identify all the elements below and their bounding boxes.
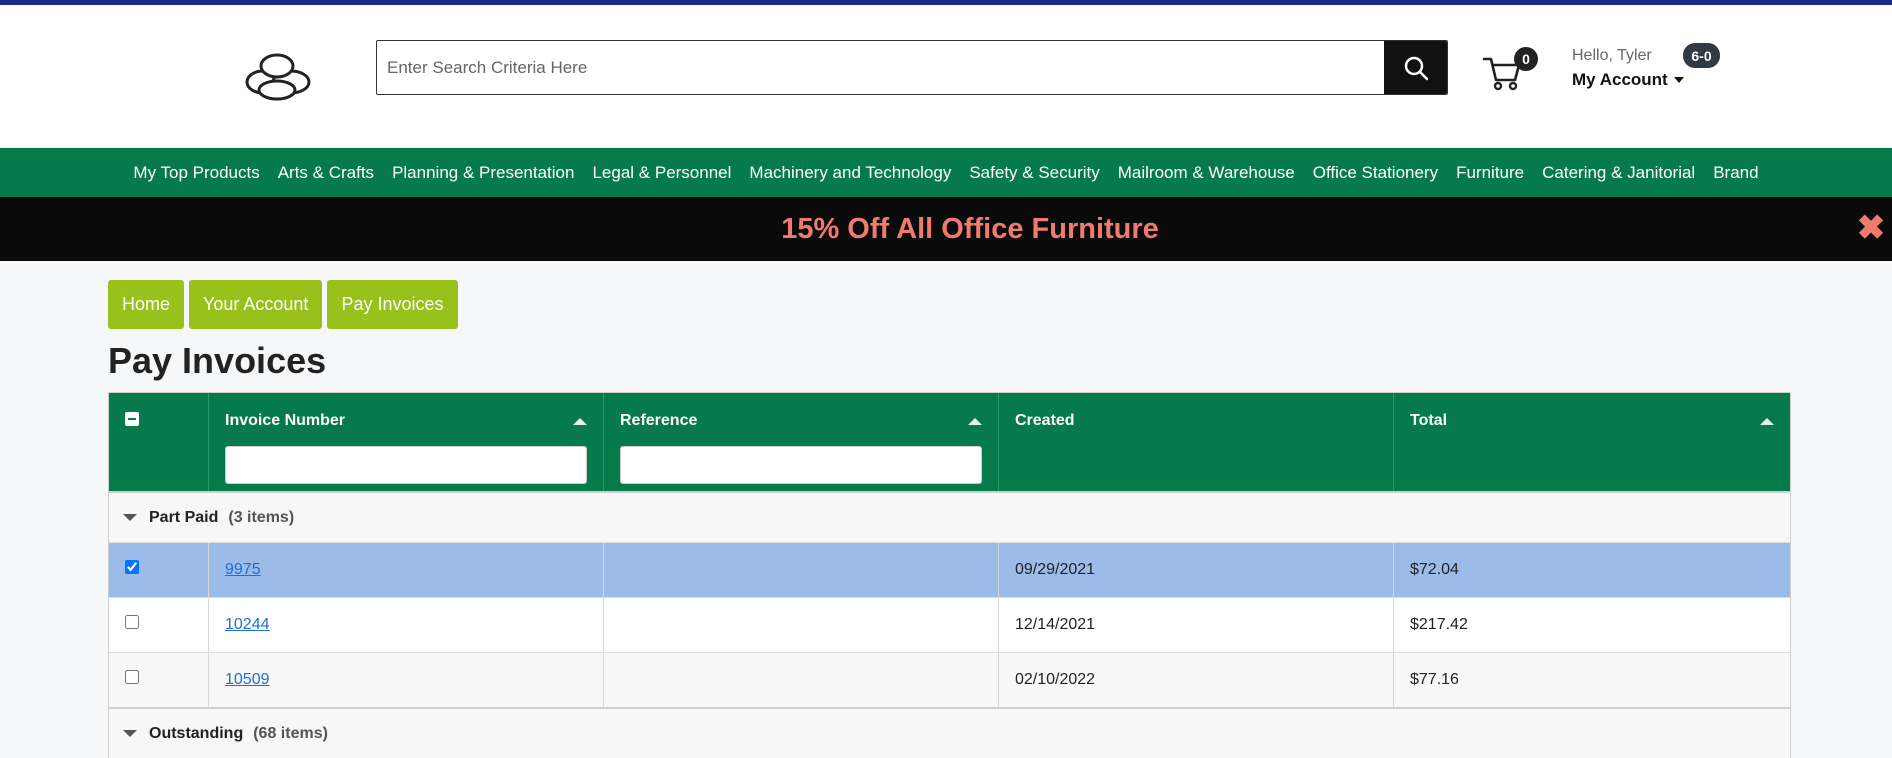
- group-count: (68 items): [253, 724, 328, 742]
- invoice-number-cell: 10509: [209, 653, 604, 707]
- row-checkbox[interactable]: [125, 615, 139, 629]
- search-button[interactable]: [1384, 41, 1447, 94]
- created-cell: 12/14/2021: [999, 598, 1394, 652]
- created-cell: 02/10/2022: [999, 653, 1394, 707]
- created-cell: 09/29/2021: [999, 543, 1394, 597]
- nav-item-machinery-technology[interactable]: Machinery and Technology: [740, 163, 960, 183]
- reference-cell: [604, 598, 999, 652]
- invoice-number-filter-input[interactable]: [225, 446, 587, 484]
- sort-asc-icon[interactable]: [1760, 418, 1774, 425]
- total-cell: $217.42: [1410, 616, 1468, 633]
- nav-item-furniture[interactable]: Furniture: [1447, 163, 1533, 183]
- nav-item-catering-janitorial[interactable]: Catering & Janitorial: [1533, 163, 1704, 183]
- row-select-cell: [109, 598, 209, 652]
- page-title: Pay Invoices: [108, 340, 327, 381]
- account-badge: 6-0: [1683, 43, 1720, 68]
- row-checkbox[interactable]: [125, 670, 139, 684]
- reference-column-header[interactable]: Reference: [604, 393, 999, 491]
- breadcrumb-home[interactable]: Home: [108, 280, 185, 329]
- minus-icon: [128, 418, 136, 420]
- group-row-outstanding[interactable]: Outstanding (68 items): [109, 707, 1790, 758]
- reference-cell: [604, 653, 999, 707]
- sort-asc-icon[interactable]: [573, 418, 587, 425]
- close-icon[interactable]: ✖: [1856, 211, 1886, 245]
- breadcrumb-pay-invoices[interactable]: Pay Invoices: [327, 280, 458, 329]
- invoice-link[interactable]: 10509: [225, 671, 270, 689]
- search-input[interactable]: [377, 41, 1384, 94]
- breadcrumb-your-account[interactable]: Your Account: [189, 280, 323, 329]
- invoice-number-cell: 9975: [209, 543, 604, 597]
- select-all-column-header: [109, 393, 209, 491]
- reference-header-label: Reference: [620, 412, 698, 429]
- nav-item-my-top-products[interactable]: My Top Products: [124, 163, 268, 183]
- reference-cell: [604, 543, 999, 597]
- cart-count-badge: 0: [1514, 47, 1538, 71]
- invoice-number-column-header[interactable]: Invoice Number: [209, 393, 604, 491]
- my-account-dropdown[interactable]: My Account: [1572, 70, 1684, 90]
- category-nav: My Top Products Arts & Crafts Planning &…: [0, 148, 1892, 197]
- group-row-part-paid[interactable]: Part Paid (3 items): [109, 491, 1790, 542]
- my-account-label: My Account: [1572, 70, 1668, 89]
- row-select-cell: [109, 543, 209, 597]
- nav-item-mailroom-warehouse[interactable]: Mailroom & Warehouse: [1109, 163, 1304, 183]
- table-row[interactable]: 10244 12/14/2021 $217.42: [109, 597, 1790, 652]
- group-name: Part Paid: [149, 508, 219, 526]
- search-bar: [376, 40, 1448, 95]
- row-checkbox[interactable]: [125, 560, 139, 574]
- breadcrumb: Home Your Account Pay Invoices: [108, 280, 458, 329]
- select-all-checkbox[interactable]: [125, 412, 139, 426]
- caret-down-icon[interactable]: [123, 514, 137, 521]
- nav-item-brand[interactable]: Brand: [1704, 163, 1767, 183]
- promo-text[interactable]: 15% Off All Office Furniture: [781, 213, 1159, 246]
- group-name: Outstanding: [149, 724, 244, 742]
- total-cell: $77.16: [1410, 671, 1459, 688]
- total-column-header[interactable]: Total: [1394, 393, 1790, 491]
- invoice-link[interactable]: 9975: [225, 561, 261, 579]
- invoice-link[interactable]: 10244: [225, 616, 270, 634]
- invoices-grid: Invoice Number Reference Created Total P…: [108, 392, 1791, 758]
- chevron-down-icon: [1673, 77, 1684, 83]
- group-count: (3 items): [228, 508, 295, 526]
- total-cell: $72.04: [1410, 561, 1459, 578]
- invoice-number-cell: 10244: [209, 598, 604, 652]
- sort-asc-icon[interactable]: [968, 418, 982, 425]
- total-header-label: Total: [1410, 412, 1448, 429]
- grid-header: Invoice Number Reference Created Total: [109, 393, 1790, 491]
- reference-filter-input[interactable]: [620, 446, 982, 484]
- promo-banner: 15% Off All Office Furniture ✖: [0, 197, 1892, 261]
- nav-item-planning-presentation[interactable]: Planning & Presentation: [383, 163, 583, 183]
- cloud-logo-icon[interactable]: [241, 49, 315, 103]
- cart-button[interactable]: 0: [1482, 47, 1542, 91]
- row-select-cell: [109, 653, 209, 707]
- invoice-number-header-label: Invoice Number: [225, 412, 346, 429]
- table-row[interactable]: 9975 09/29/2021 $72.04: [109, 542, 1790, 597]
- table-row[interactable]: 10509 02/10/2022 $77.16: [109, 652, 1790, 707]
- nav-item-office-stationery[interactable]: Office Stationery: [1304, 163, 1447, 183]
- created-header-label: Created: [1015, 412, 1075, 429]
- nav-item-arts-crafts[interactable]: Arts & Crafts: [269, 163, 383, 183]
- search-icon: [1404, 56, 1428, 80]
- caret-down-icon[interactable]: [123, 730, 137, 737]
- user-greeting: Hello, Tyler: [1572, 47, 1652, 64]
- created-column-header[interactable]: Created: [999, 393, 1394, 491]
- nav-item-legal-personnel[interactable]: Legal & Personnel: [583, 163, 740, 183]
- nav-item-safety-security[interactable]: Safety & Security: [960, 163, 1108, 183]
